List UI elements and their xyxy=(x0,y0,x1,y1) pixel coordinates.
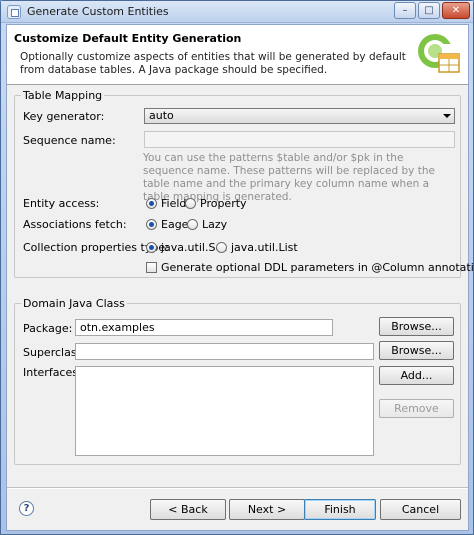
wizard-header: Customize Default Entity Generation Opti… xyxy=(7,25,468,85)
entity-access-property-radio[interactable] xyxy=(185,198,196,209)
superclass-browse-button[interactable]: Browse... xyxy=(379,341,454,360)
window-title: Generate Custom Entities xyxy=(27,5,169,18)
interfaces-label: Interfaces: xyxy=(23,366,82,379)
domain-java-class-group: Domain Java Class Package: otn.examples … xyxy=(14,297,461,465)
collection-type-list-radio[interactable] xyxy=(216,242,227,253)
title-bar[interactable]: Generate Custom Entities – □ ✕ xyxy=(1,1,473,23)
sequence-name-input[interactable] xyxy=(144,131,455,148)
ddl-parameters-checkbox[interactable] xyxy=(146,262,157,273)
help-icon[interactable]: ? xyxy=(19,501,34,516)
close-button[interactable]: ✕ xyxy=(442,2,470,19)
associations-fetch-lazy-radio[interactable] xyxy=(187,219,198,230)
associations-fetch-eager-radio[interactable] xyxy=(146,219,157,230)
dialog-window: Generate Custom Entities – □ ✕ Customize… xyxy=(0,0,474,535)
add-interface-button[interactable]: Add... xyxy=(379,366,454,385)
interfaces-list[interactable] xyxy=(75,366,374,456)
associations-fetch-label: Associations fetch: xyxy=(23,218,127,231)
chevron-down-icon xyxy=(443,114,451,118)
entity-access-field-label[interactable]: Field xyxy=(161,197,186,210)
back-button[interactable]: < Back xyxy=(150,499,226,520)
page-title: Customize Default Entity Generation xyxy=(14,32,242,45)
footer-separator xyxy=(7,487,468,489)
app-icon xyxy=(7,5,21,19)
superclass-input[interactable] xyxy=(75,343,374,360)
next-button[interactable]: Next > xyxy=(229,499,305,520)
entity-access-property-label[interactable]: Property xyxy=(200,197,247,210)
page-description: Optionally customize aspects of entities… xyxy=(20,51,406,76)
collection-type-set-radio[interactable] xyxy=(146,242,157,253)
minimize-button[interactable]: – xyxy=(394,2,416,19)
finish-button[interactable]: Finish xyxy=(304,499,376,520)
sequence-name-hint: You can use the patterns $table and/or $… xyxy=(143,152,435,203)
key-generator-label: Key generator: xyxy=(23,110,105,123)
cancel-button[interactable]: Cancel xyxy=(380,499,461,520)
domain-java-class-group-label: Domain Java Class xyxy=(21,297,127,310)
wizard-banner-icon xyxy=(418,34,460,73)
maximize-button[interactable]: □ xyxy=(418,2,440,19)
table-mapping-group: Table Mapping Key generator: auto Sequen… xyxy=(14,89,474,278)
ddl-parameters-label[interactable]: Generate optional DDL parameters in @Col… xyxy=(161,261,474,274)
entity-access-label: Entity access: xyxy=(23,197,100,210)
remove-interface-button[interactable]: Remove xyxy=(379,399,454,418)
package-browse-button[interactable]: Browse... xyxy=(379,317,454,336)
key-generator-select[interactable]: auto xyxy=(144,108,455,124)
package-input[interactable]: otn.examples xyxy=(75,319,333,336)
collection-type-list-label[interactable]: java.util.List xyxy=(231,241,298,254)
table-mapping-group-label: Table Mapping xyxy=(21,89,105,102)
entity-access-field-radio[interactable] xyxy=(146,198,157,209)
sequence-name-label: Sequence name: xyxy=(23,134,116,147)
associations-fetch-lazy-label[interactable]: Lazy xyxy=(202,218,227,231)
package-label: Package: xyxy=(23,322,73,335)
key-generator-value: auto xyxy=(149,109,174,122)
dialog-body: Customize Default Entity Generation Opti… xyxy=(6,24,474,531)
